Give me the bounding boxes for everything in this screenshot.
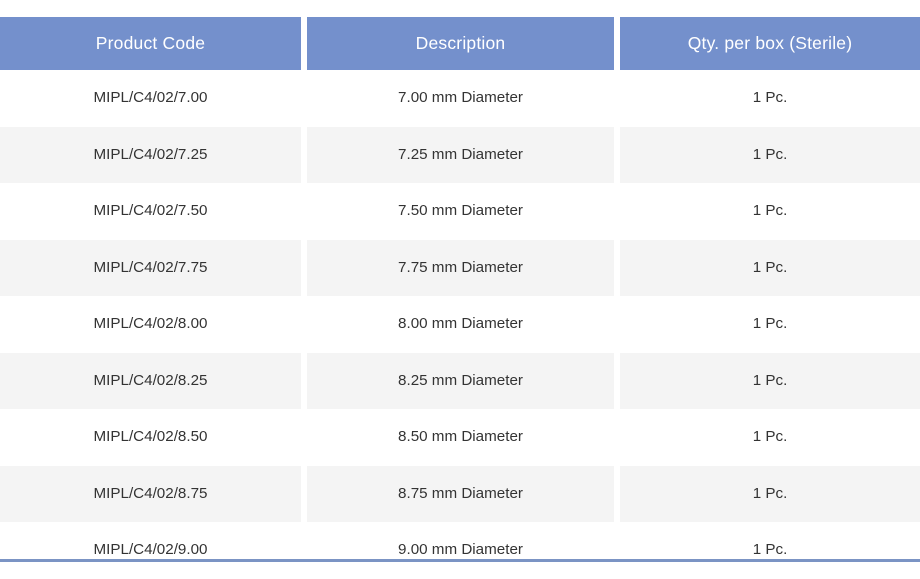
column-header-product-code: Product Code [0, 17, 301, 70]
cell-description: 8.25 mm Diameter [307, 352, 614, 409]
cell-description: 7.25 mm Diameter [307, 126, 614, 183]
cell-qty: 1 Pc. [752, 541, 788, 558]
table-row: MIPL/C4/02/7.25 7.25 mm Diameter 1 Pc. [0, 126, 920, 183]
cell-product-code: MIPL/C4/02/9.00 [93, 541, 208, 558]
column-header-description: Description [307, 17, 614, 70]
table-row: MIPL/C4/02/7.75 7.75 mm Diameter 1 Pc. [0, 239, 920, 296]
cell-product-code: MIPL/C4/02/8.75 [0, 465, 301, 522]
cell-qty: 1 Pc. [620, 126, 920, 183]
cell-description: 9.00 mm Diameter [398, 541, 523, 558]
cell-qty: 1 Pc. [752, 89, 788, 106]
cell-description: 7.50 mm Diameter [398, 202, 523, 219]
cell-description: 8.75 mm Diameter [307, 465, 614, 522]
cell-qty: 1 Pc. [620, 239, 920, 296]
table-bottom-rule [0, 559, 920, 562]
table-row: MIPL/C4/02/8.25 8.25 mm Diameter 1 Pc. [0, 352, 920, 409]
cell-product-code: MIPL/C4/02/7.50 [93, 202, 208, 219]
cell-qty: 1 Pc. [752, 202, 788, 219]
cell-qty: 1 Pc. [620, 465, 920, 522]
cell-product-code: MIPL/C4/02/8.00 [93, 315, 208, 332]
product-specification-table: Product Code Description Qty. per box (S… [0, 0, 920, 567]
table-row: MIPL/C4/02/7.00 7.00 mm Diameter 1 Pc. [0, 70, 920, 127]
cell-product-code: MIPL/C4/02/8.50 [93, 428, 208, 445]
cell-qty: 1 Pc. [752, 428, 788, 445]
cell-qty: 1 Pc. [620, 352, 920, 409]
cell-description: 8.00 mm Diameter [398, 315, 523, 332]
table-row: MIPL/C4/02/8.75 8.75 mm Diameter 1 Pc. [0, 465, 920, 522]
cell-product-code: MIPL/C4/02/7.75 [0, 239, 301, 296]
cell-description: 7.00 mm Diameter [398, 89, 523, 106]
cell-description: 8.50 mm Diameter [398, 428, 523, 445]
table-header-row: Product Code Description Qty. per box (S… [0, 17, 920, 70]
cell-product-code: MIPL/C4/02/8.25 [0, 352, 301, 409]
table-body: MIPL/C4/02/7.00 7.00 mm Diameter 1 Pc. M… [0, 70, 920, 579]
column-header-qty-per-box: Qty. per box (Sterile) [620, 17, 920, 70]
cell-qty: 1 Pc. [752, 315, 788, 332]
table-row: MIPL/C4/02/8.50 8.50 mm Diameter 1 Pc. [0, 409, 920, 466]
cell-product-code: MIPL/C4/02/7.25 [0, 126, 301, 183]
table-row: MIPL/C4/02/7.50 7.50 mm Diameter 1 Pc. [0, 183, 920, 240]
cell-description: 7.75 mm Diameter [307, 239, 614, 296]
cell-product-code: MIPL/C4/02/7.00 [93, 89, 208, 106]
table-row: MIPL/C4/02/8.00 8.00 mm Diameter 1 Pc. [0, 296, 920, 353]
table-row: MIPL/C4/02/9.00 9.00 mm Diameter 1 Pc. [0, 522, 920, 579]
